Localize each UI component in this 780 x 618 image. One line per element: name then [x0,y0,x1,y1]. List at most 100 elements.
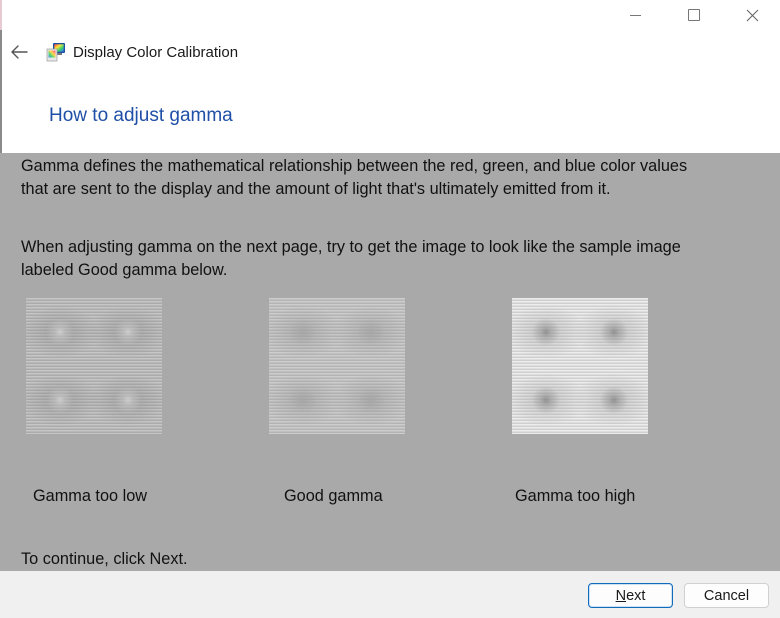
pattern-dark-stripe [269,338,405,340]
pattern-dark-stripe [26,377,162,379]
pattern-dark-stripe [26,353,162,355]
pattern-dark-stripe [26,323,162,325]
pattern-dark-stripe [26,314,162,316]
pattern-dark-stripe [26,299,162,301]
pattern-dark-stripe [26,308,162,310]
pattern-dark-stripe [269,419,405,421]
title-bar[interactable] [0,0,780,32]
maximize-button[interactable] [665,0,723,30]
close-icon [746,9,758,21]
pattern-dark-stripe [512,380,648,382]
pattern-dark-stripe [269,305,405,307]
pattern-dark-stripe [512,392,648,394]
pattern-dark-stripe [269,317,405,319]
pattern-dark-stripe [269,311,405,313]
pattern-dark-stripe [512,338,648,340]
navigation-row: Display Color Calibration [0,36,780,70]
pattern-dark-stripe [512,374,648,376]
pattern-dark-stripe [269,386,405,388]
pattern-dark-stripe [512,353,648,355]
caption-gamma-too-low: Gamma too low [33,487,148,505]
pattern-dark-stripe [512,305,648,307]
pattern-stripe [512,298,648,300]
pattern-dark-stripe [512,383,648,385]
pattern-dark-stripe [26,347,162,349]
pattern-dark-stripe [26,350,162,352]
gamma-pattern [512,298,648,434]
pattern-stripe [26,433,162,434]
pattern-stripe [26,430,162,432]
gamma-pattern [269,298,405,434]
pattern-dark-stripe [512,344,648,346]
adjustment-instructions: When adjusting gamma on the next page, t… [21,236,761,281]
pattern-dark-stripe [269,377,405,379]
pattern-stripe [512,367,648,369]
pattern-dark-stripe [269,422,405,424]
pattern-dark-stripe [512,359,648,361]
pattern-dark-stripe [269,416,405,418]
pattern-dark-stripe [269,365,405,367]
pattern-dark-stripe [269,326,405,328]
sample-image-gamma-too-high [512,298,648,434]
pattern-dark-stripe [512,407,648,409]
pattern-stripe [26,370,162,372]
pattern-dark-stripe [512,368,648,370]
pattern-dark-stripe [26,428,162,430]
minimize-button[interactable] [606,0,664,30]
pattern-dark-stripe [26,356,162,358]
pattern-stripe [269,364,405,366]
pattern-dark-stripe [269,356,405,358]
pattern-dark-stripe [26,389,162,391]
pattern-stripe [512,304,648,306]
pattern-dark-stripe [269,404,405,406]
next-button[interactable]: Next [588,583,673,608]
pattern-stripe [512,361,648,363]
pattern-dark-stripe [26,362,162,364]
pattern-dark-stripe [512,350,648,352]
cancel-button[interactable]: Cancel [684,583,769,608]
pattern-dot [357,386,385,414]
pattern-dark-stripe [512,416,648,418]
pattern-stripe [269,373,405,375]
pattern-stripe [512,433,648,434]
pattern-stripe [26,361,162,363]
pattern-dark-stripe [512,326,648,328]
pattern-dot [289,318,317,346]
pattern-dark-stripe [269,314,405,316]
pattern-dark-stripe [512,404,648,406]
pattern-dark-stripe [269,407,405,409]
pattern-dark-stripe [26,326,162,328]
pattern-stripe [26,373,162,375]
pattern-dark-stripe [269,302,405,304]
pattern-dark-stripe [26,302,162,304]
pattern-dark-stripe [269,350,405,352]
pattern-dark-stripe [26,368,162,370]
pattern-dot [289,386,317,414]
pattern-dark-stripe [512,302,648,304]
pattern-dark-stripe [26,404,162,406]
pattern-dark-stripe [512,389,648,391]
pattern-dark-stripe [26,383,162,385]
pattern-dark-stripe [26,365,162,367]
gamma-description: Gamma defines the mathematical relations… [21,155,761,200]
back-button[interactable] [6,38,32,66]
pattern-dark-stripe [512,431,648,433]
pattern-dark-stripe [512,323,648,325]
pattern-stripe [269,370,405,372]
display-color-calibration-icon [46,43,65,62]
pattern-dark-stripe [26,320,162,322]
pattern-dark-stripe [512,422,648,424]
pattern-dark-stripe [269,371,405,373]
pattern-dark-stripe [269,323,405,325]
pattern-stripe [512,370,648,372]
pattern-dark-stripe [512,428,648,430]
content-area: Gamma defines the mathematical relations… [0,153,780,571]
pattern-dark-stripe [512,347,648,349]
pattern-dark-stripe [512,317,648,319]
close-button[interactable] [723,0,780,30]
pattern-dark-stripe [26,425,162,427]
pattern-stripe [512,427,648,429]
pattern-dark-stripe [269,368,405,370]
pattern-dot [600,318,628,346]
pattern-dark-stripe [269,353,405,355]
